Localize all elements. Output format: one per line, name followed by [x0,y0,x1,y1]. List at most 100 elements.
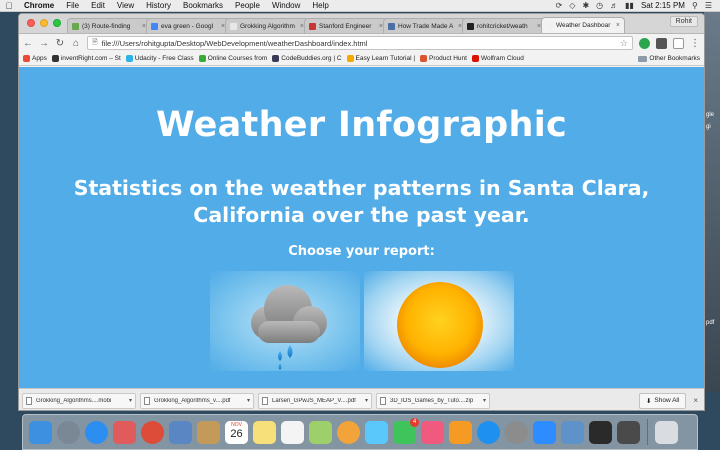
menu-kebab-icon[interactable]: ⋮ [690,38,700,49]
home-icon[interactable]: ⌂ [71,38,81,49]
tab-grokking[interactable]: Grokking Algorithm × [225,18,309,33]
bookmark-favicon [346,55,354,62]
page-info-icon[interactable]: 🗎 [92,38,98,49]
other-bookmarks[interactable]: Other Bookmarks [638,55,700,62]
tab-stanford[interactable]: Stanford Engineer × [304,18,388,33]
reload-icon[interactable]: ↻ [55,38,65,49]
close-shelf-icon[interactable]: × [693,396,698,405]
dock-sublime-text-icon[interactable] [617,420,640,444]
tab-weather-dashboard[interactable]: Weather Dashboar × [541,17,625,33]
dock-notebook-icon[interactable] [197,420,220,444]
minimize-window-button[interactable] [40,19,48,27]
rain-cloud-icon [250,285,327,370]
bookmark-star-icon[interactable]: ☆ [620,38,628,49]
dock-trash-icon[interactable] [655,420,678,444]
dock-ibooks-icon[interactable] [449,420,472,444]
file-icon [380,396,386,405]
dock-zoom-icon[interactable] [533,420,556,444]
apple-menu-icon[interactable]:  [0,1,18,11]
dock-itunes-icon[interactable] [421,420,444,444]
wifi-icon[interactable]: ◷ [596,1,603,10]
bookmark-udacity[interactable]: Udacity - Free Class [125,55,194,62]
apps-grid-icon [23,55,30,62]
forward-icon[interactable]: → [39,38,49,49]
dock-photos-icon[interactable] [337,420,360,444]
dock-facetime-icon[interactable]: 4 [393,417,419,444]
bookmark-easy-learn[interactable]: Easy Learn Tutorial | [346,55,415,62]
chevron-down-icon[interactable]: ▾ [247,397,250,404]
close-tab-icon[interactable]: × [616,22,620,29]
bookmark-codebuddies[interactable]: CodeBuddies.org | C [272,55,342,62]
dock-image-viewer-icon[interactable] [561,420,584,444]
extension-icon[interactable] [673,37,684,49]
bluetooth-icon[interactable]: ✱ [582,1,589,10]
tab-route-finding[interactable]: (3) Route-finding × [67,18,151,33]
show-all-downloads-button[interactable]: ⬇ Show All [638,392,687,409]
menu-help[interactable]: Help [306,1,334,10]
notification-badge: 4 [410,417,419,427]
rain-report-button[interactable] [209,271,360,371]
back-icon[interactable]: ← [23,38,33,49]
dock-safari-icon[interactable] [85,420,108,444]
menu-chrome[interactable]: Chrome [18,1,60,10]
download-item[interactable]: Larsen_GPwJS_MEAP_V....pdf ▾ [258,392,372,409]
bookmark-wolfram[interactable]: Wolfram Cloud [471,55,524,62]
extension-icon[interactable] [656,37,667,49]
download-icon: ⬇ [645,397,652,405]
bookmark-product-hunt[interactable]: Product Hunt [420,55,467,62]
dock-notes-icon[interactable] [253,420,276,444]
dock-calendar-icon[interactable]: NOV 26 [225,420,248,444]
notification-center-icon[interactable]: ☰ [705,1,712,10]
menu-edit[interactable]: Edit [85,1,111,10]
url-text[interactable]: file:///Users/rohitgupta/Desktop/WebDeve… [102,39,368,48]
bookmark-inventright[interactable]: inventRight.com – St [51,55,121,62]
dock-messages-icon[interactable] [365,420,388,444]
desktop-text-fragment: pdf [706,320,715,326]
menu-view[interactable]: View [111,1,140,10]
tab-github[interactable]: rohitcricket/weath × [462,18,546,33]
battery-icon[interactable]: ▮▮ [625,1,634,10]
menu-history[interactable]: History [140,1,177,10]
download-item[interactable]: Grokking_Algorithms_v....pdf ▾ [140,392,254,409]
dock-launchpad-icon[interactable] [57,420,80,444]
file-icon [262,396,268,405]
bookmark-online-courses[interactable]: Online Courses from [198,55,267,62]
chevron-down-icon[interactable]: ▾ [483,397,486,404]
clock[interactable]: Sat 2:15 PM [641,1,685,10]
dock-stickies-icon[interactable] [309,420,332,444]
sunny-report-button[interactable] [363,271,514,371]
extension-grammarly-icon[interactable] [639,37,650,49]
download-item[interactable]: Grokking_Algorithms....mobi ▾ [22,392,136,409]
download-item[interactable]: 3D_IOS_Games_by_Tuto....zip ▾ [376,392,490,409]
menu-bookmarks[interactable]: Bookmarks [177,1,229,10]
dropbox-icon[interactable]: ◇ [569,1,575,10]
close-window-button[interactable] [27,19,35,27]
browser-toolbar: ← → ↻ ⌂ 🗎 file:///Users/rohitgupta/Deskt… [19,34,704,52]
page-content: Weather Infographic Statistics on the we… [19,67,704,388]
menu-people[interactable]: People [229,1,266,10]
menu-window[interactable]: Window [266,1,306,10]
tab-trade[interactable]: How Trade Made A × [383,18,467,33]
chevron-down-icon[interactable]: ▾ [365,397,368,404]
zoom-window-button[interactable] [53,19,61,27]
bookmark-apps[interactable]: Apps [23,55,47,62]
dock-app-store-icon[interactable] [477,420,500,444]
dock-reminders-icon[interactable] [281,420,304,444]
dock-finder-icon[interactable] [29,420,52,444]
search-icon[interactable]: ⚲ [692,1,698,10]
profile-button[interactable]: Rohit [669,16,698,27]
address-bar[interactable]: 🗎 file:///Users/rohitgupta/Desktop/WebDe… [87,36,633,50]
dock-preview-icon[interactable] [169,420,192,444]
sync-icon[interactable]: ⟳ [556,1,563,10]
menu-file[interactable]: File [60,1,85,10]
dock-chrome-icon[interactable] [141,420,164,444]
chevron-down-icon[interactable]: ▾ [129,397,132,404]
dock-app-grid-icon[interactable] [113,420,136,444]
dock-separator [647,419,648,445]
bookmark-favicon [51,55,59,62]
tab-google-search[interactable]: eva green - Googl × [146,18,230,33]
dock-system-preferences-icon[interactable] [505,420,528,444]
dock-terminal-icon[interactable] [589,420,612,444]
folder-icon [638,55,648,62]
volume-icon[interactable]: ♬ [610,1,618,10]
